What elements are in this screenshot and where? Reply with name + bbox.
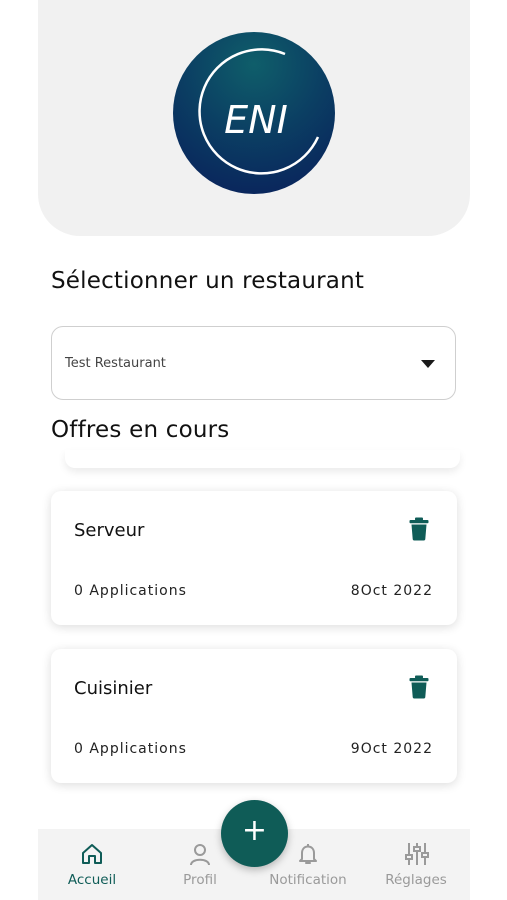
home-icon <box>82 844 102 864</box>
select-restaurant-title: Sélectionner un restaurant <box>51 268 365 294</box>
bell-icon <box>299 844 317 864</box>
nav-item-accueil[interactable]: Accueil <box>42 829 142 900</box>
nav-label-notification: Notification <box>269 872 347 888</box>
offer-title: Cuisinier <box>74 678 153 699</box>
offer-card[interactable]: Cuisinier 0 Applications 9Oct 2022 <box>51 649 457 783</box>
chevron-down-icon <box>421 360 435 368</box>
eni-logo: ENI <box>173 32 335 194</box>
nav-label-accueil: Accueil <box>67 872 117 888</box>
offers-title: Offres en cours <box>51 417 230 443</box>
plus-icon: + <box>241 813 268 848</box>
nav-label-profil: Profil <box>183 872 217 888</box>
nav-label-reglages: Réglages <box>385 872 447 888</box>
offer-applications: 0 Applications <box>74 741 187 757</box>
nav-item-reglages[interactable]: Réglages <box>366 829 466 900</box>
logo-text: ENI <box>224 98 288 142</box>
user-icon <box>190 844 210 866</box>
scrolled-card-edge <box>65 450 460 468</box>
offer-applications: 0 Applications <box>74 583 187 599</box>
offer-date: 9Oct 2022 <box>350 741 433 757</box>
offer-card[interactable]: Serveur 0 Applications 8Oct 2022 <box>51 491 457 625</box>
restaurant-dropdown-value: Test Restaurant <box>65 356 166 371</box>
trash-icon[interactable] <box>409 675 429 699</box>
offer-date: 8Oct 2022 <box>350 583 433 599</box>
offer-title: Serveur <box>74 520 145 541</box>
sliders-icon <box>405 843 429 865</box>
add-offer-button[interactable]: + <box>221 800 288 867</box>
restaurant-dropdown[interactable]: Test Restaurant <box>51 326 456 400</box>
trash-icon[interactable] <box>409 517 429 541</box>
